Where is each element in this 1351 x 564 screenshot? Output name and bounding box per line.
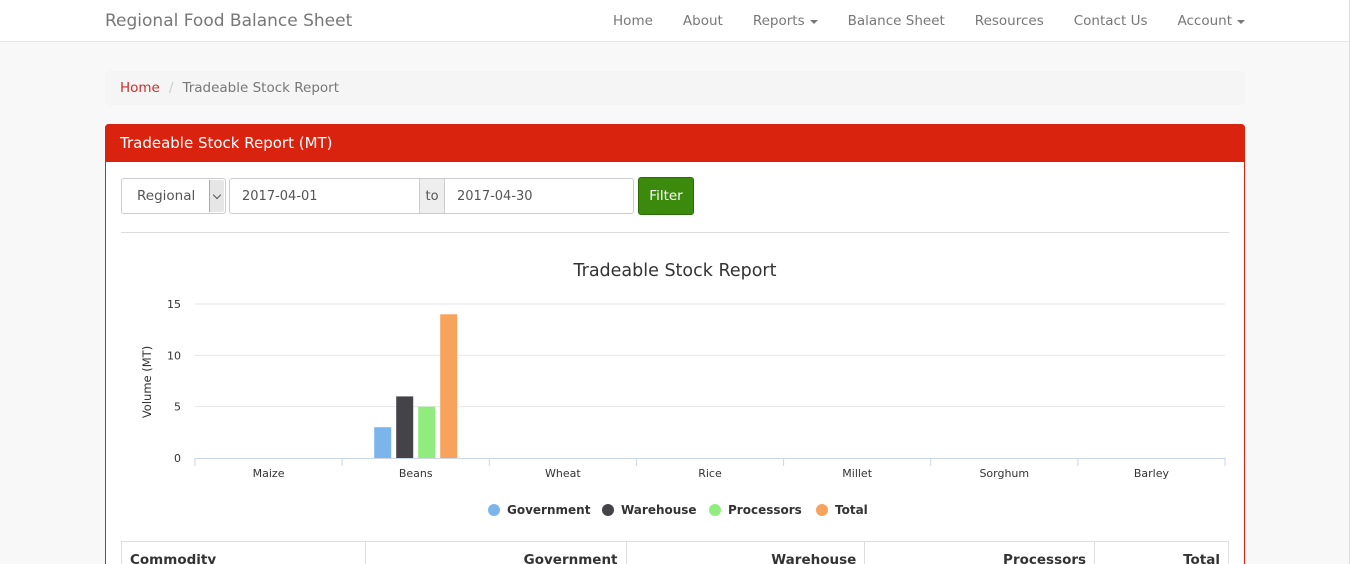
legend-marker: [488, 504, 500, 516]
y-tick-label: 10: [167, 349, 181, 362]
col-total-header[interactable]: Total: [1094, 541, 1229, 564]
legend-marker: [602, 504, 614, 516]
nav-menu: Home About Reports Balance Sheet Resourc…: [598, 0, 1245, 42]
nav-reports-dropdown[interactable]: Reports: [738, 13, 833, 29]
date-to-input[interactable]: [444, 178, 634, 214]
col-commodity-header[interactable]: Commodity: [121, 541, 366, 564]
caret-down-icon: [809, 20, 818, 24]
navbar: Regional Food Balance Sheet Home About R…: [0, 0, 1351, 42]
nav-resources-label: Resources: [974, 13, 1044, 29]
scope-select[interactable]: Regional: [121, 178, 226, 214]
date-range: to: [229, 178, 634, 214]
chevron-down-icon[interactable]: [209, 180, 224, 212]
nav-balance-sheet-label: Balance Sheet: [847, 13, 945, 29]
breadcrumb: Home / Tradeable Stock Report: [105, 71, 1245, 105]
nav-about[interactable]: About: [668, 13, 738, 29]
x-tick-label: Sorghum: [979, 467, 1029, 480]
caret-down-icon: [1237, 20, 1245, 24]
legend-item-warehouse: Warehouse: [621, 503, 697, 517]
panel-title: Tradeable Stock Report (MT): [105, 124, 1245, 162]
bar-beans-warehouse: [396, 396, 414, 458]
report-panel: Tradeable Stock Report (MT) Regional to …: [105, 124, 1245, 564]
legend-item-total: Total: [835, 503, 868, 517]
col-government-header[interactable]: Government: [364, 541, 627, 564]
chart-gridlines: [195, 303, 1225, 408]
x-tick-label: Beans: [399, 467, 433, 480]
y-tick-label: 5: [174, 401, 181, 414]
nav-about-label: About: [682, 13, 723, 29]
legend-item-government: Government: [507, 503, 591, 517]
x-tick-label: Maize: [253, 467, 285, 480]
scope-select-value: Regional: [137, 188, 196, 204]
nav-balance-sheet[interactable]: Balance Sheet: [833, 13, 960, 29]
nav-contact-us-label: Contact Us: [1073, 13, 1148, 29]
report-table: Commodity Government Warehouse Processor…: [121, 541, 1229, 564]
x-tick-label: Barley: [1134, 467, 1170, 480]
breadcrumb-current: Tradeable Stock Report: [182, 80, 339, 96]
nav-resources[interactable]: Resources: [960, 13, 1059, 29]
bar-beans-government: [374, 427, 392, 458]
y-tick-label: 0: [174, 452, 181, 465]
legend-item-processors: Processors: [728, 503, 802, 517]
col-processors-header[interactable]: Processors: [864, 541, 1096, 564]
bar-beans-total: [440, 314, 458, 458]
divider: [121, 232, 1229, 233]
filter-button[interactable]: Filter: [638, 177, 694, 215]
table-header-row: Commodity Government Warehouse Processor…: [121, 541, 1229, 564]
chart-title: Tradeable Stock Report: [573, 261, 777, 281]
chart-legend: Government Warehouse Processors Total: [488, 503, 868, 517]
x-tick-label: Rice: [698, 467, 722, 480]
breadcrumb-separator: /: [168, 80, 174, 96]
brand-title[interactable]: Regional Food Balance Sheet: [105, 11, 352, 31]
legend-marker: [709, 504, 721, 516]
legend-marker: [816, 504, 828, 516]
tradeable-stock-chart: Tradeable Stock Report 0 5 10 15 Volume (MT…: [140, 261, 1226, 517]
nav-contact-us[interactable]: Contact Us: [1059, 13, 1163, 29]
chart-bars: [374, 314, 458, 458]
x-tick-label: Millet: [842, 467, 872, 480]
chart-x-axis: Maize Beans Wheat Rice Millet Sorghum Barley: [194, 458, 1226, 480]
chart-y-ticks: 0 5 10 15: [167, 298, 181, 465]
date-range-addon: to: [420, 178, 444, 214]
x-tick-label: Wheat: [545, 467, 581, 480]
col-warehouse-header[interactable]: Warehouse: [625, 541, 866, 564]
nav-reports-label: Reports: [752, 13, 805, 29]
nav-home-label: Home: [613, 13, 653, 29]
y-tick-label: 15: [167, 298, 181, 311]
nav-home[interactable]: Home: [598, 13, 668, 29]
nav-account-label: Account: [1177, 13, 1232, 29]
date-from-input[interactable]: [229, 178, 420, 214]
bar-beans-processors: [418, 406, 436, 458]
nav-account-dropdown[interactable]: Account: [1162, 13, 1245, 29]
breadcrumb-home-link[interactable]: Home: [120, 80, 160, 96]
chart-y-axis-label: Volume (MT): [140, 346, 154, 418]
